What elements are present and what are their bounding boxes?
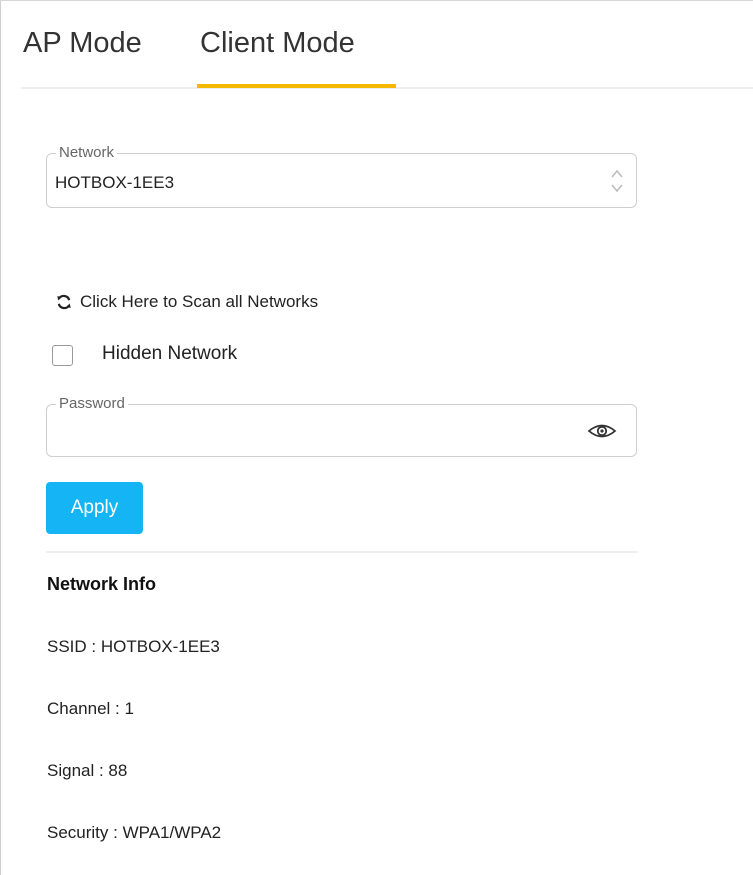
network-legend: Network (56, 144, 118, 162)
apply-button[interactable]: Apply (46, 482, 143, 534)
password-field[interactable]: Password (46, 395, 637, 457)
tab-client-mode[interactable]: Client Mode (196, 0, 396, 87)
network-value: HOTBOX-1EE3 (55, 173, 175, 192)
client-mode-page: AP Mode Client Mode Network HOTBOX-1EE3 … (0, 0, 753, 875)
refresh-icon (57, 294, 71, 310)
network-select[interactable]: Network HOTBOX-1EE3 (46, 144, 637, 208)
network-info-security: Security : WPA1/WPA2 (47, 823, 222, 842)
network-info-title: Network Info (47, 574, 157, 594)
hidden-network-checkbox[interactable] (52, 345, 73, 366)
select-arrows-icon (611, 169, 623, 193)
network-info-ssid: SSID : HOTBOX-1EE3 (47, 637, 220, 656)
mode-tabs: AP Mode Client Mode (21, 1, 753, 89)
network-info-channel: Channel : 1 (47, 699, 134, 718)
active-tab-indicator (197, 84, 396, 88)
eye-icon[interactable] (587, 421, 617, 441)
tab-ap-mode[interactable]: AP Mode (23, 0, 142, 87)
hidden-network-label: Hidden Network (102, 343, 238, 364)
scan-networks-link[interactable]: Click Here to Scan all Networks (56, 292, 318, 312)
scan-label: Click Here to Scan all Networks (80, 292, 319, 311)
divider (46, 551, 637, 553)
network-info-signal: Signal : 88 (47, 761, 128, 780)
password-legend: Password (56, 395, 128, 413)
